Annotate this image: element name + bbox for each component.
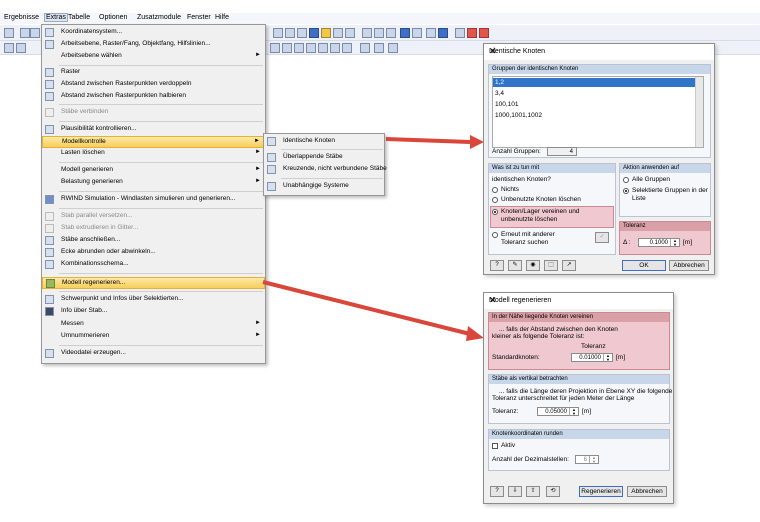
- description-text: ... falls die Länge deren Projektion in …: [499, 388, 673, 395]
- action-panel: Was ist zu tun mit identischen Knoten? N…: [488, 163, 616, 255]
- field-label: Toleranz:: [492, 408, 519, 415]
- save-icon[interactable]: ⇧: [526, 486, 540, 497]
- spinner-icon[interactable]: ▲ ▼: [569, 408, 578, 416]
- groups-panel: Gruppen der identischen Knoten 1,2 3,4 1…: [488, 64, 711, 158]
- arrow-to-regenerate-model: [262, 280, 484, 341]
- group-header: Gruppen der identischen Knoten: [492, 66, 579, 72]
- regenerate-button[interactable]: Regenerieren: [579, 486, 623, 497]
- list-item[interactable]: 100,101: [493, 100, 703, 109]
- radio-search-again[interactable]: [492, 232, 498, 238]
- vertical-members-panel: Stäbe als vertikal betrachten ... falls …: [488, 374, 673, 424]
- description-text: ... falls der Abstand zwischen den Knote…: [499, 326, 618, 333]
- spinner-icon[interactable]: ▲ ▼: [589, 456, 598, 464]
- help-icon[interactable]: ?: [490, 486, 504, 497]
- radio-nothing[interactable]: [492, 187, 498, 193]
- radio-label: Erneut mit anderer Toleranz suchen: [501, 231, 555, 246]
- identical-nodes-dialog: Identische Knoten ✕ Gruppen der identisc…: [483, 43, 715, 275]
- description-text: kleiner als folgende Toleranz ist:: [492, 333, 585, 340]
- group-header: Knotenkoordinaten runden: [492, 431, 563, 437]
- active-checkbox[interactable]: [492, 443, 498, 449]
- unit-label: [m]: [683, 239, 693, 246]
- description-text: Toleranz unterschreitet für jeden Meter …: [492, 395, 635, 402]
- radio-label: Selektierte Gruppen in der Liste: [632, 187, 708, 202]
- tolerance-input[interactable]: 0.1000 ▲ ▼: [638, 238, 680, 247]
- unit-label: [m]: [616, 354, 626, 361]
- checkbox-label: Aktiv: [501, 442, 516, 449]
- groups-list: 1,2 3,4 100,101 1000,1001,1002: [492, 76, 704, 148]
- radio-merge-nodes[interactable]: [492, 209, 498, 215]
- regenerate-model-dialog: Modell regenerieren ✕ In der Nähe liegen…: [483, 292, 674, 504]
- cancel-button[interactable]: Abbrechen: [627, 486, 667, 497]
- close-icon[interactable]: ✕: [489, 46, 708, 57]
- radio-label: Alle Gruppen: [632, 176, 670, 183]
- check-icon[interactable]: ✓: [595, 232, 609, 243]
- delta-label: Δ :: [623, 239, 631, 246]
- dialog-titlebar: Modell regenerieren ✕: [484, 293, 673, 309]
- radio-label: Knoten/Lager vereinen und unbenutzte lös…: [501, 208, 580, 223]
- radio-selected-groups[interactable]: [623, 188, 629, 194]
- vertical-tolerance-input[interactable]: 0.05000 ▲ ▼: [537, 407, 579, 416]
- radio-all-groups[interactable]: [623, 177, 629, 183]
- action-subtitle: identischen Knoten?: [492, 176, 551, 183]
- count-label: Anzahl Gruppen:: [492, 148, 541, 155]
- spinner-icon[interactable]: ▲ ▼: [603, 354, 612, 362]
- column-header: Toleranz: [581, 343, 606, 350]
- default-values-icon[interactable]: ⟲: [546, 486, 560, 497]
- radio-label: Nichts: [501, 186, 520, 193]
- field-label: Standardknoten:: [492, 354, 540, 361]
- export-icon[interactable]: ↗: [562, 260, 576, 271]
- help-icon[interactable]: ?: [490, 260, 504, 271]
- list-item[interactable]: 3,4: [493, 89, 703, 98]
- list-scrollbar[interactable]: [695, 77, 703, 147]
- decimal-places-input[interactable]: 6 ▲ ▼: [575, 455, 599, 464]
- cancel-button[interactable]: Abbrechen: [669, 260, 709, 271]
- ok-button[interactable]: OK: [622, 260, 666, 271]
- list-item[interactable]: 1000,1001,1002: [493, 111, 703, 120]
- round-coordinates-panel: Knotenkoordinaten runden Aktiv Anzahl de…: [488, 429, 670, 471]
- unit-label: [m]: [582, 408, 592, 415]
- list-item[interactable]: 1,2: [493, 78, 703, 87]
- group-header: Stäbe als vertikal betrachten: [492, 376, 568, 382]
- apply-panel: Aktion anwenden auf Alle Gruppen Selekti…: [619, 163, 711, 217]
- select-icon[interactable]: ⬚: [544, 260, 558, 271]
- spinner-icon[interactable]: ▲ ▼: [670, 239, 679, 247]
- dialog-titlebar: Identische Knoten ✕: [484, 44, 714, 60]
- load-icon[interactable]: ⇩: [508, 486, 522, 497]
- merge-nodes-panel: In der Nähe liegende Knoten vereinen ...…: [488, 312, 670, 370]
- view-icon[interactable]: ◉: [526, 260, 540, 271]
- count-value: 4: [547, 147, 577, 156]
- radio-delete-unused[interactable]: [492, 197, 498, 203]
- group-header: Was ist zu tun mit: [492, 165, 540, 171]
- close-icon[interactable]: ✕: [489, 295, 667, 306]
- group-header: Toleranz: [623, 223, 646, 229]
- group-header: Aktion anwenden auf: [623, 165, 680, 171]
- tolerance-panel: Toleranz Δ : 0.1000 ▲ ▼ [m]: [619, 221, 711, 255]
- group-header: In der Nähe liegende Knoten vereinen: [492, 314, 594, 320]
- edit-icon[interactable]: ✎: [508, 260, 522, 271]
- field-label: Anzahl der Dezimalstellen:: [492, 456, 569, 463]
- standard-nodes-tolerance-input[interactable]: 0.01000 ▲ ▼: [571, 353, 613, 362]
- arrow-to-identical-nodes: [385, 135, 484, 149]
- radio-label: Unbenutzte Knoten löschen: [501, 196, 581, 203]
